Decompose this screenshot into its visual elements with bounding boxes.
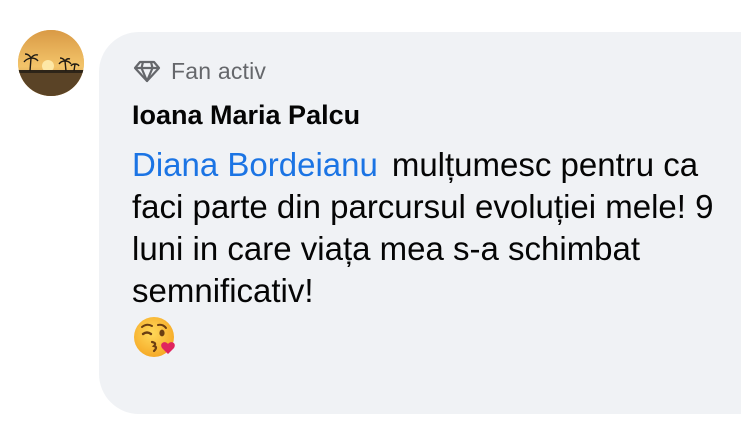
mention-link[interactable]: Diana Bordeianu <box>132 146 378 183</box>
comment-thread: Fan activ Ioana Maria Palcu Diana Bordei… <box>0 0 741 421</box>
comment-bubble: Fan activ Ioana Maria Palcu Diana Bordei… <box>99 32 741 414</box>
diamond-icon <box>132 56 162 86</box>
fan-badge[interactable]: Fan activ <box>132 56 721 86</box>
author-name[interactable]: Ioana Maria Palcu <box>132 100 721 130</box>
kissing-face-winking-icon <box>134 317 175 357</box>
comment-body: Diana Bordeianu mulțumesc pentru ca faci … <box>132 144 722 360</box>
badge-label: Fan activ <box>171 57 267 84</box>
avatar[interactable] <box>18 30 84 96</box>
sunset-avatar-image <box>18 30 84 96</box>
